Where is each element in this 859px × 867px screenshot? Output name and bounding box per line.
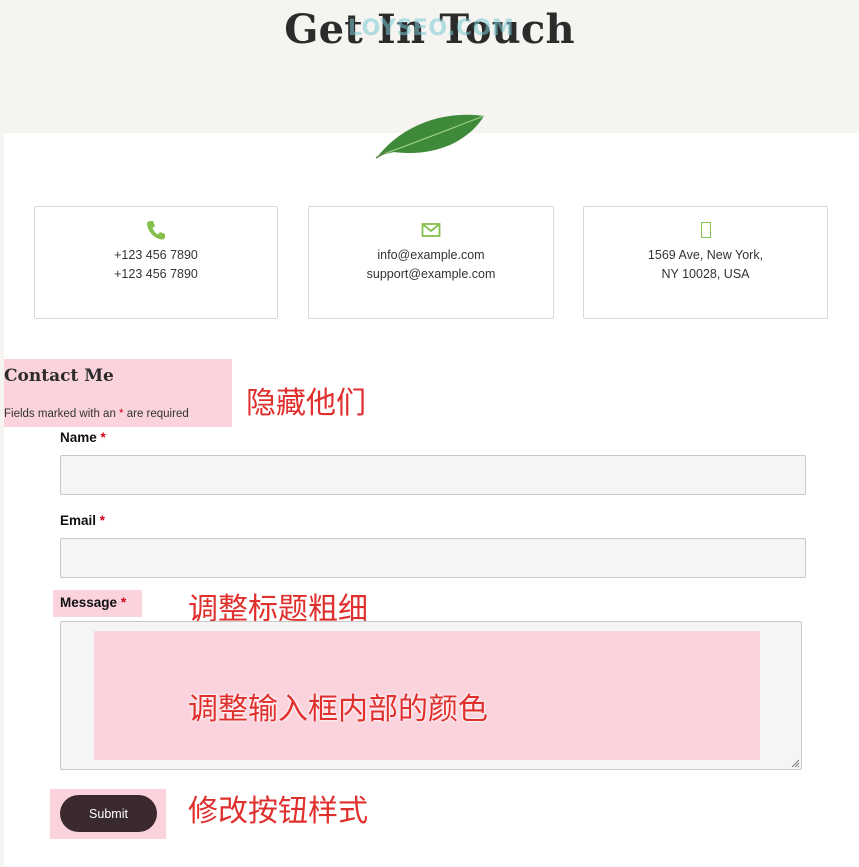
contact-info-address: 1569 Ave, New York, NY 10028, USA [583, 206, 828, 319]
phone-line-1: +123 456 7890 [114, 248, 198, 262]
annotation-adjust-input-color: 调整输入框内部的颜色 [188, 692, 488, 727]
phone-icon [35, 219, 277, 241]
name-input[interactable] [60, 455, 806, 495]
submit-button[interactable]: Submit [60, 795, 157, 832]
required-note: Fields marked with an * are required [4, 408, 189, 420]
address-line-2: NY 10028, USA [661, 267, 750, 281]
map-marker-icon [584, 219, 827, 241]
envelope-icon [309, 219, 553, 241]
name-label-text: Name [60, 430, 97, 445]
email-line-1: info@example.com [377, 248, 485, 262]
annotation-hide-them: 隐藏他们 [246, 386, 366, 421]
email-line-2: support@example.com [366, 267, 496, 281]
email-label: Email * [60, 513, 105, 528]
contact-info-phone: +123 456 7890 +123 456 7890 [34, 206, 278, 319]
required-note-suffix: are required [123, 408, 189, 420]
watermark-text: LOYSEO.COM [347, 16, 515, 41]
message-required-star: * [120, 595, 127, 610]
phone-line-2: +123 456 7890 [114, 267, 198, 281]
name-required-star: * [100, 430, 106, 445]
required-note-prefix: Fields marked with an [4, 408, 120, 420]
email-input[interactable] [60, 538, 806, 578]
message-label-text: Message [60, 595, 118, 610]
address-line-1: 1569 Ave, New York, [647, 248, 764, 262]
resize-grip-icon[interactable] [790, 758, 800, 768]
contact-info-email: info@example.com support@example.com [308, 206, 554, 319]
name-label: Name * [60, 430, 106, 445]
email-label-text: Email [60, 513, 97, 528]
email-required-star: * [99, 513, 106, 528]
leaf-icon [375, 114, 485, 159]
annotation-modify-button-style: 修改按钮样式 [188, 794, 368, 829]
message-label: Message * [60, 595, 126, 610]
form-heading: Contact Me [4, 366, 114, 386]
